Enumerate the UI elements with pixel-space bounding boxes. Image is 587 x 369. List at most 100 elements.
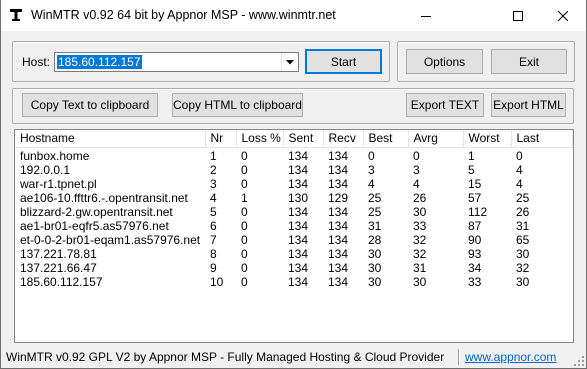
minimize-button[interactable]	[403, 0, 449, 31]
table-cell: 32	[413, 246, 427, 261]
table-cell: 31	[516, 218, 530, 233]
start-button[interactable]: Start	[305, 49, 382, 74]
table-cell: 93	[468, 246, 482, 261]
table-cell: 4	[368, 176, 375, 191]
table-cell: 134	[288, 176, 309, 191]
table-cell: 5	[468, 162, 475, 177]
app-window: WinMTR v0.92 64 bit by Appnor MSP - www.…	[0, 0, 587, 369]
hostname-cell: ae1-br01-eqfr5.as57976.net	[20, 218, 169, 233]
table-cell: 25	[368, 204, 382, 219]
table-cell: 6	[210, 218, 217, 233]
table-row[interactable]: ae1-br01-eqfr5.as57976.net 6 0 134 134 31 33 87…	[15, 219, 573, 233]
table-header: Hostname Nr Loss % Sent Recv Best Avrg W…	[15, 130, 573, 148]
table-cell: 134	[328, 162, 349, 177]
table-cell: 57	[468, 190, 482, 205]
maximize-button[interactable]	[495, 0, 541, 31]
column-header[interactable]: Sent	[283, 130, 324, 148]
table-cell: 134	[328, 204, 349, 219]
table-row[interactable]: blizzard-2.gw.opentransit.net 5 0 134 134 25 3…	[15, 205, 573, 219]
hostname-cell: 192.0.0.1	[20, 162, 71, 177]
column-header[interactable]: Avrg	[408, 130, 464, 148]
table-cell: 130	[288, 190, 309, 205]
table-cell: 33	[468, 274, 482, 289]
close-button[interactable]	[540, 0, 586, 31]
table-cell: 129	[328, 190, 349, 205]
copy-text-button-label: Copy Text to clipboard	[30, 98, 150, 112]
column-header[interactable]: Nr	[205, 130, 237, 148]
results-table[interactable]: Hostname Nr Loss % Sent Recv Best Avrg W…	[14, 129, 574, 343]
window-title: WinMTR v0.92 64 bit by Appnor MSP - www.…	[31, 8, 336, 22]
table-cell: 30	[368, 246, 382, 261]
table-cell: 30	[413, 274, 427, 289]
export-html-button[interactable]: Export HTML	[491, 93, 566, 117]
chevron-down-icon	[286, 59, 294, 64]
table-cell: 3	[210, 176, 217, 191]
resize-grip-icon[interactable]	[574, 356, 584, 366]
hostname-cell: ae106-10.ffttr6.-.opentransit.net	[20, 190, 188, 205]
column-header[interactable]: Hostname	[15, 130, 206, 148]
status-bar: WinMTR v0.92 GPL V2 by Appnor MSP - Full…	[1, 346, 586, 368]
hostname-cell: funbox.home	[20, 148, 90, 163]
table-cell: 0	[241, 218, 248, 233]
copy-html-button[interactable]: Copy HTML to clipboard	[172, 93, 303, 117]
table-cell: 134	[288, 246, 309, 261]
hostname-cell: 185.60.112.157	[20, 274, 103, 289]
export-text-button-label: Export TEXT	[410, 98, 480, 112]
table-cell: 0	[413, 148, 420, 163]
table-cell: 65	[516, 232, 530, 247]
table-row[interactable]: ae106-10.ffttr6.-.opentransit.net 4 1 130 12…	[15, 191, 573, 205]
table-row[interactable]: 137.221.78.81 8 0 134 134 30 32 93 30	[15, 247, 573, 261]
table-cell: 7	[210, 232, 217, 247]
status-text: WinMTR v0.92 GPL V2 by Appnor MSP - Full…	[6, 350, 445, 364]
table-cell: 33	[413, 218, 427, 233]
title-bar[interactable]: WinMTR v0.92 64 bit by Appnor MSP - www.…	[1, 0, 586, 31]
table-cell: 0	[516, 148, 523, 163]
table-row[interactable]: 185.60.112.157 10 0 134 134 30 30 33 30	[15, 275, 573, 289]
table-cell: 26	[413, 190, 427, 205]
table-cell: 134	[288, 204, 309, 219]
copy-html-button-label: Copy HTML to clipboard	[173, 98, 302, 112]
table-cell: 4	[210, 190, 217, 205]
host-dropdown-button[interactable]	[281, 53, 298, 71]
column-header[interactable]: Worst	[463, 130, 512, 148]
options-button[interactable]: Options	[406, 49, 483, 74]
column-header[interactable]: Best	[363, 130, 409, 148]
host-input[interactable]: 185.60.112.157	[57, 55, 142, 69]
table-cell: 30	[368, 260, 382, 275]
table-cell: 3	[413, 162, 420, 177]
table-cell: 31	[368, 218, 382, 233]
table-cell: 30	[413, 204, 427, 219]
export-text-button[interactable]: Export TEXT	[406, 93, 484, 117]
table-cell: 3	[368, 162, 375, 177]
column-header[interactable]: Loss %	[236, 130, 284, 148]
table-row[interactable]: 137.221.66.47 9 0 134 134 30 31 34 32	[15, 261, 573, 275]
table-cell: 134	[288, 232, 309, 247]
status-divider	[458, 349, 460, 365]
column-header[interactable]: Recv	[323, 130, 364, 148]
table-cell: 5	[210, 204, 217, 219]
host-combobox[interactable]: 185.60.112.157	[54, 52, 299, 72]
table-row[interactable]: 192.0.0.1 2 0 134 134 3 3 5 4	[15, 163, 573, 177]
table-row[interactable]: funbox.home 1 0 134 134 0 0 1 0	[15, 147, 573, 163]
column-header[interactable]: Last	[511, 130, 573, 148]
export-html-button-label: Export HTML	[493, 98, 564, 112]
appnor-link[interactable]: www.appnor.com	[465, 350, 556, 364]
table-cell: 25	[516, 190, 530, 205]
exit-button[interactable]: Exit	[491, 49, 567, 74]
maximize-icon	[513, 10, 523, 21]
table-cell: 0	[368, 148, 375, 163]
options-button-label: Options	[423, 54, 466, 69]
table-cell: 134	[288, 218, 309, 233]
table-cell: 8	[210, 246, 217, 261]
copy-text-button[interactable]: Copy Text to clipboard	[22, 93, 158, 117]
table-cell: 134	[328, 260, 349, 275]
table-row[interactable]: war-r1.tpnet.pl 3 0 134 134 4 4 15 4	[15, 177, 573, 191]
table-cell: 0	[241, 148, 248, 163]
table-cell: 0	[241, 274, 248, 289]
hostname-cell: war-r1.tpnet.pl	[20, 176, 97, 191]
minimize-icon	[421, 15, 431, 17]
table-row[interactable]: et-0-0-2-br01-eqam1.as57976.net 7 0 134 134 2…	[15, 233, 573, 247]
table-cell: 34	[468, 260, 482, 275]
start-button-label: Start	[330, 54, 357, 69]
table-cell: 134	[328, 232, 349, 247]
